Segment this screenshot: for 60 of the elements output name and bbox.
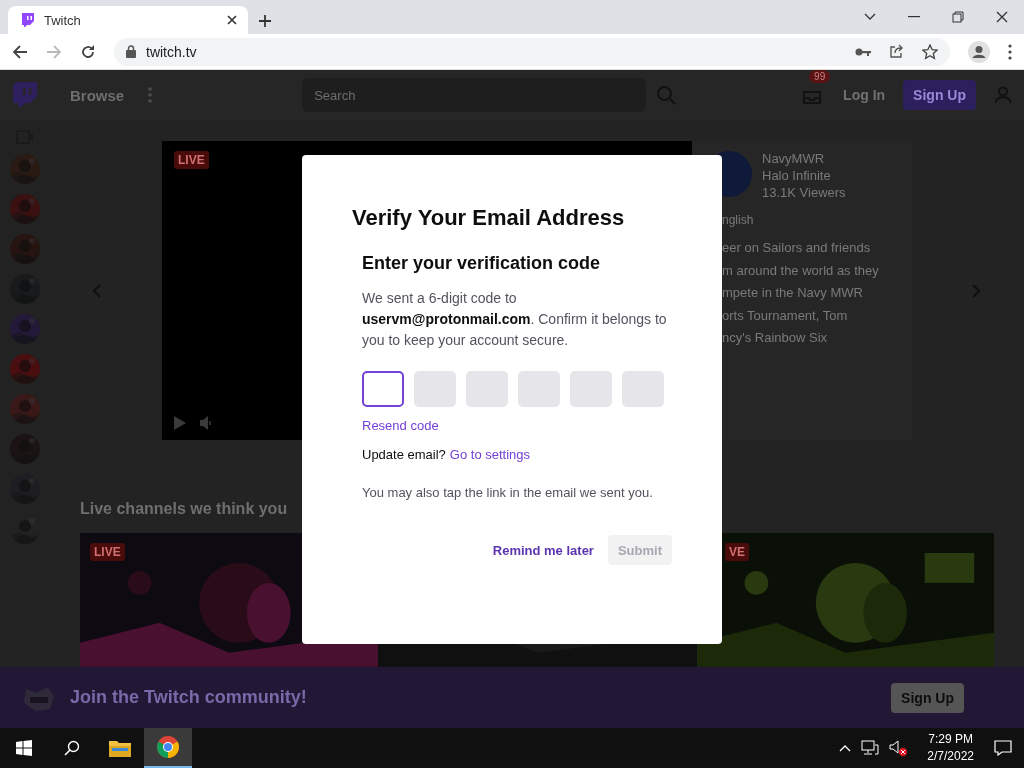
address-bar[interactable]: twitch.tv bbox=[114, 37, 950, 66]
log-in-link[interactable]: Log In bbox=[843, 87, 886, 103]
windows-icon[interactable] bbox=[16, 740, 32, 756]
taskbar-button[interactable] bbox=[144, 728, 192, 768]
description-line: ncy's Rainbow Six bbox=[722, 329, 829, 347]
folder-icon bbox=[109, 739, 131, 757]
viewer-count: 13.1K Viewers bbox=[762, 185, 846, 200]
tab-title: Twitch bbox=[44, 12, 82, 28]
reload-icon[interactable] bbox=[80, 43, 96, 60]
tag-label[interactable]: nglish bbox=[722, 213, 912, 227]
dialog-subtitle: Enter your verification code bbox=[362, 253, 602, 274]
update-email-text: Update email? bbox=[362, 447, 446, 462]
sign-up-button[interactable]: Sign Up bbox=[903, 80, 976, 110]
code-input[interactable] bbox=[362, 371, 404, 407]
submit-button: Submit bbox=[607, 535, 672, 565]
chevron-up-icon[interactable] bbox=[839, 744, 852, 752]
dialog-title: Verify Your Email Address bbox=[352, 205, 626, 231]
dialog-message: We sent a 6-digit code to uservm@protonmail.com. Confirm it belongs to you to keep your account secure. bbox=[362, 289, 667, 350]
restore-icon[interactable] bbox=[952, 11, 964, 23]
notification-badge: 99 bbox=[809, 70, 831, 83]
browse-link[interactable]: Browse bbox=[70, 86, 125, 104]
channel-name[interactable]: NavyMWR bbox=[762, 151, 846, 166]
live-badge: VE bbox=[725, 543, 749, 562]
description-line: orts Tournament, Tom bbox=[722, 306, 849, 325]
banner-text: Join the Twitch community! bbox=[70, 687, 307, 708]
url-text: twitch.tv bbox=[146, 43, 197, 60]
live-badge: LIVE bbox=[90, 543, 125, 562]
search-field[interactable]: Search bbox=[302, 78, 647, 112]
profile-icon[interactable] bbox=[968, 40, 990, 63]
back-icon[interactable] bbox=[12, 43, 28, 60]
clock-time: 7:29 PM bbox=[928, 731, 973, 748]
dialog-note: You may also tap the link in the email we sent you. bbox=[362, 484, 654, 502]
go-to-settings-link[interactable]: Go to settings bbox=[449, 447, 531, 462]
new-tab-icon[interactable] bbox=[258, 14, 272, 28]
share-icon[interactable] bbox=[889, 44, 904, 59]
close-icon[interactable] bbox=[996, 11, 1008, 23]
live-badge: LIVE bbox=[174, 151, 209, 169]
resend-code-link[interactable]: Resend code bbox=[362, 418, 439, 433]
minimize-icon[interactable] bbox=[908, 16, 920, 18]
game-name[interactable]: Halo Infinite bbox=[762, 168, 846, 183]
chevron-down-icon[interactable] bbox=[864, 13, 876, 21]
close-icon[interactable] bbox=[226, 14, 238, 26]
volume-muted-icon[interactable] bbox=[889, 740, 908, 756]
key-icon[interactable] bbox=[855, 46, 871, 57]
browser-tab[interactable]: Twitch bbox=[8, 6, 248, 34]
notification-icon[interactable] bbox=[994, 740, 1012, 756]
menu-icon[interactable] bbox=[1008, 43, 1012, 60]
sign-up-button[interactable]: Sign Up bbox=[891, 682, 964, 713]
twitch-logo-icon bbox=[20, 12, 36, 28]
browser-icon bbox=[157, 736, 179, 758]
star-icon[interactable] bbox=[922, 43, 938, 60]
description-line: eer on Sailors and friends bbox=[722, 239, 872, 257]
description-line: mpete in the Navy MWR bbox=[722, 284, 864, 302]
network-icon[interactable] bbox=[861, 740, 880, 756]
section-heading: Live channels we think you bbox=[80, 500, 288, 520]
search-icon[interactable] bbox=[64, 740, 80, 756]
remind-later-button[interactable]: Remind me later bbox=[492, 542, 594, 558]
clock-date: 2/7/2022 bbox=[927, 748, 974, 765]
description-line: m around the world as they bbox=[722, 261, 880, 280]
lock-icon bbox=[126, 45, 136, 58]
